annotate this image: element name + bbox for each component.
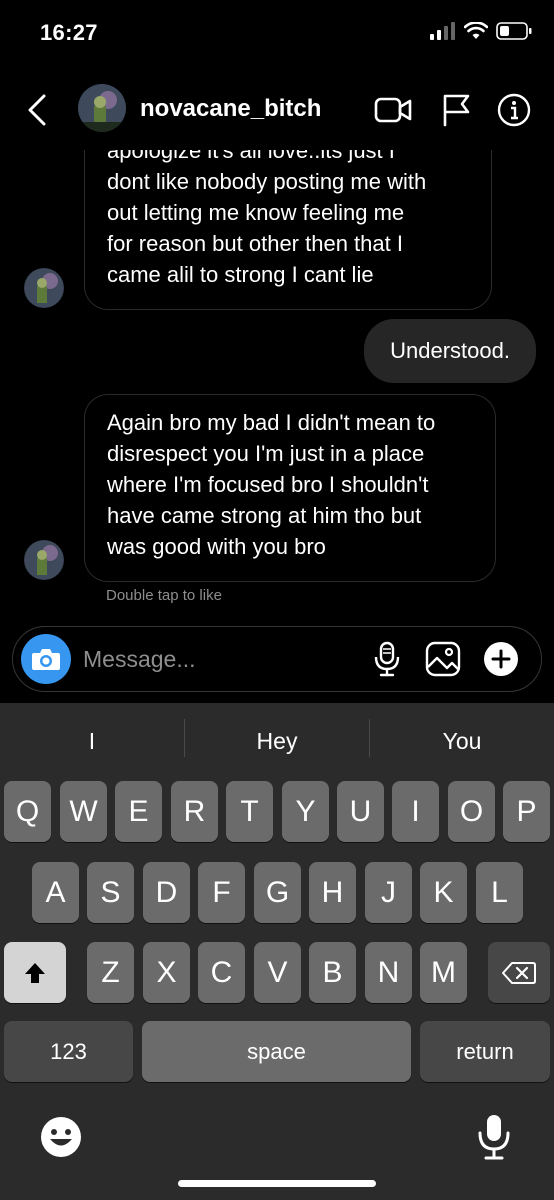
status-time: 16:27 — [40, 20, 98, 45]
key-p[interactable]: P — [503, 781, 550, 842]
suggestion-item[interactable]: Hey — [185, 703, 369, 779]
key-n[interactable]: N — [365, 942, 412, 1003]
sender-avatar[interactable] — [24, 540, 64, 580]
back-button[interactable] — [20, 90, 54, 130]
chevron-left-icon — [28, 94, 46, 126]
key-l[interactable]: L — [476, 862, 523, 923]
chat-header: novacane_bitch — [0, 70, 554, 150]
incoming-message-bubble[interactable]: apologize it's all love..its just I dont… — [84, 150, 492, 310]
message-line: for reason but other then that I — [107, 231, 403, 256]
key-q[interactable]: Q — [4, 781, 51, 842]
key-r[interactable]: R — [171, 781, 218, 842]
camera-button[interactable] — [21, 634, 71, 684]
shift-key[interactable] — [4, 942, 66, 1003]
double-tap-hint: Double tap to like — [106, 587, 222, 604]
video-camera-icon — [374, 97, 412, 123]
image-icon — [425, 641, 461, 677]
battery-icon — [496, 22, 532, 40]
message-line: disrespect you I'm just in a place — [107, 441, 425, 466]
status-bar: 16:27 — [0, 0, 554, 70]
key-h[interactable]: H — [309, 862, 356, 923]
space-key[interactable]: space — [142, 1021, 411, 1082]
cellular-signal-icon — [430, 22, 455, 40]
emoji-button[interactable] — [40, 1116, 82, 1158]
report-button[interactable] — [436, 90, 476, 130]
keyboard: I Hey You Q W E R T Y U I O P A S D F G … — [0, 703, 554, 1200]
key-s[interactable]: S — [87, 862, 134, 923]
message-line: apologize it's all love..its just I — [107, 150, 395, 163]
suggestion-item[interactable]: You — [370, 703, 554, 779]
video-call-button[interactable] — [373, 90, 413, 130]
info-icon — [497, 93, 531, 127]
key-g[interactable]: G — [254, 862, 301, 923]
key-d[interactable]: D — [143, 862, 190, 923]
key-e[interactable]: E — [115, 781, 162, 842]
key-v[interactable]: V — [254, 942, 301, 1003]
message-line: was good with you bro — [107, 534, 326, 559]
key-y[interactable]: Y — [282, 781, 329, 842]
message-line: Again bro my bad I didn't mean to — [107, 410, 436, 435]
key-c[interactable]: C — [198, 942, 245, 1003]
key-k[interactable]: K — [420, 862, 467, 923]
key-m[interactable]: M — [420, 942, 467, 1003]
message-input[interactable] — [83, 641, 343, 677]
more-options-button[interactable] — [481, 639, 521, 679]
backspace-icon — [502, 961, 536, 984]
emoji-face-icon — [41, 1117, 81, 1157]
key-w[interactable]: W — [60, 781, 107, 842]
key-u[interactable]: U — [337, 781, 384, 842]
gallery-button[interactable] — [423, 639, 463, 679]
key-x[interactable]: X — [143, 942, 190, 1003]
wifi-icon — [464, 22, 488, 39]
key-b[interactable]: B — [309, 942, 356, 1003]
incoming-message-bubble[interactable]: Again bro my bad I didn't mean to disres… — [84, 394, 496, 582]
sender-avatar[interactable] — [24, 268, 64, 308]
key-o[interactable]: O — [448, 781, 495, 842]
suggestion-item[interactable]: I — [0, 703, 184, 779]
microphone-icon — [478, 1115, 510, 1160]
dictation-button[interactable] — [476, 1113, 512, 1161]
key-z[interactable]: Z — [87, 942, 134, 1003]
numbers-key[interactable]: 123 — [4, 1021, 133, 1082]
key-t[interactable]: T — [226, 781, 273, 842]
key-a[interactable]: A — [32, 862, 79, 923]
message-thread[interactable]: apologize it's all love..its just I dont… — [0, 150, 554, 610]
microphone-icon — [374, 641, 400, 677]
key-j[interactable]: J — [365, 862, 412, 923]
message-line: out letting me know feeling me — [107, 200, 405, 225]
message-line: have came strong at him tho but — [107, 503, 422, 528]
message-line: dont like nobody posting me with — [107, 169, 427, 194]
plus-circle-icon — [484, 642, 518, 676]
message-line: came alil to strong I cant lie — [107, 262, 374, 287]
delete-key[interactable] — [488, 942, 550, 1003]
outgoing-message-bubble[interactable]: Understood. — [364, 319, 536, 383]
status-icons — [430, 22, 532, 40]
home-indicator[interactable] — [178, 1180, 376, 1187]
flag-icon — [443, 94, 470, 127]
contact-username[interactable]: novacane_bitch — [140, 95, 321, 123]
voice-message-button[interactable] — [367, 639, 407, 679]
key-i[interactable]: I — [392, 781, 439, 842]
return-key[interactable]: return — [420, 1021, 550, 1082]
camera-icon — [32, 649, 60, 670]
info-button[interactable] — [494, 90, 534, 130]
message-line: where I'm focused bro I shouldn't — [107, 472, 429, 497]
shift-arrow-icon — [25, 962, 45, 983]
message-composer — [12, 626, 542, 692]
predictive-suggestions: I Hey You — [0, 703, 554, 779]
key-f[interactable]: F — [198, 862, 245, 923]
contact-avatar[interactable] — [78, 84, 126, 132]
